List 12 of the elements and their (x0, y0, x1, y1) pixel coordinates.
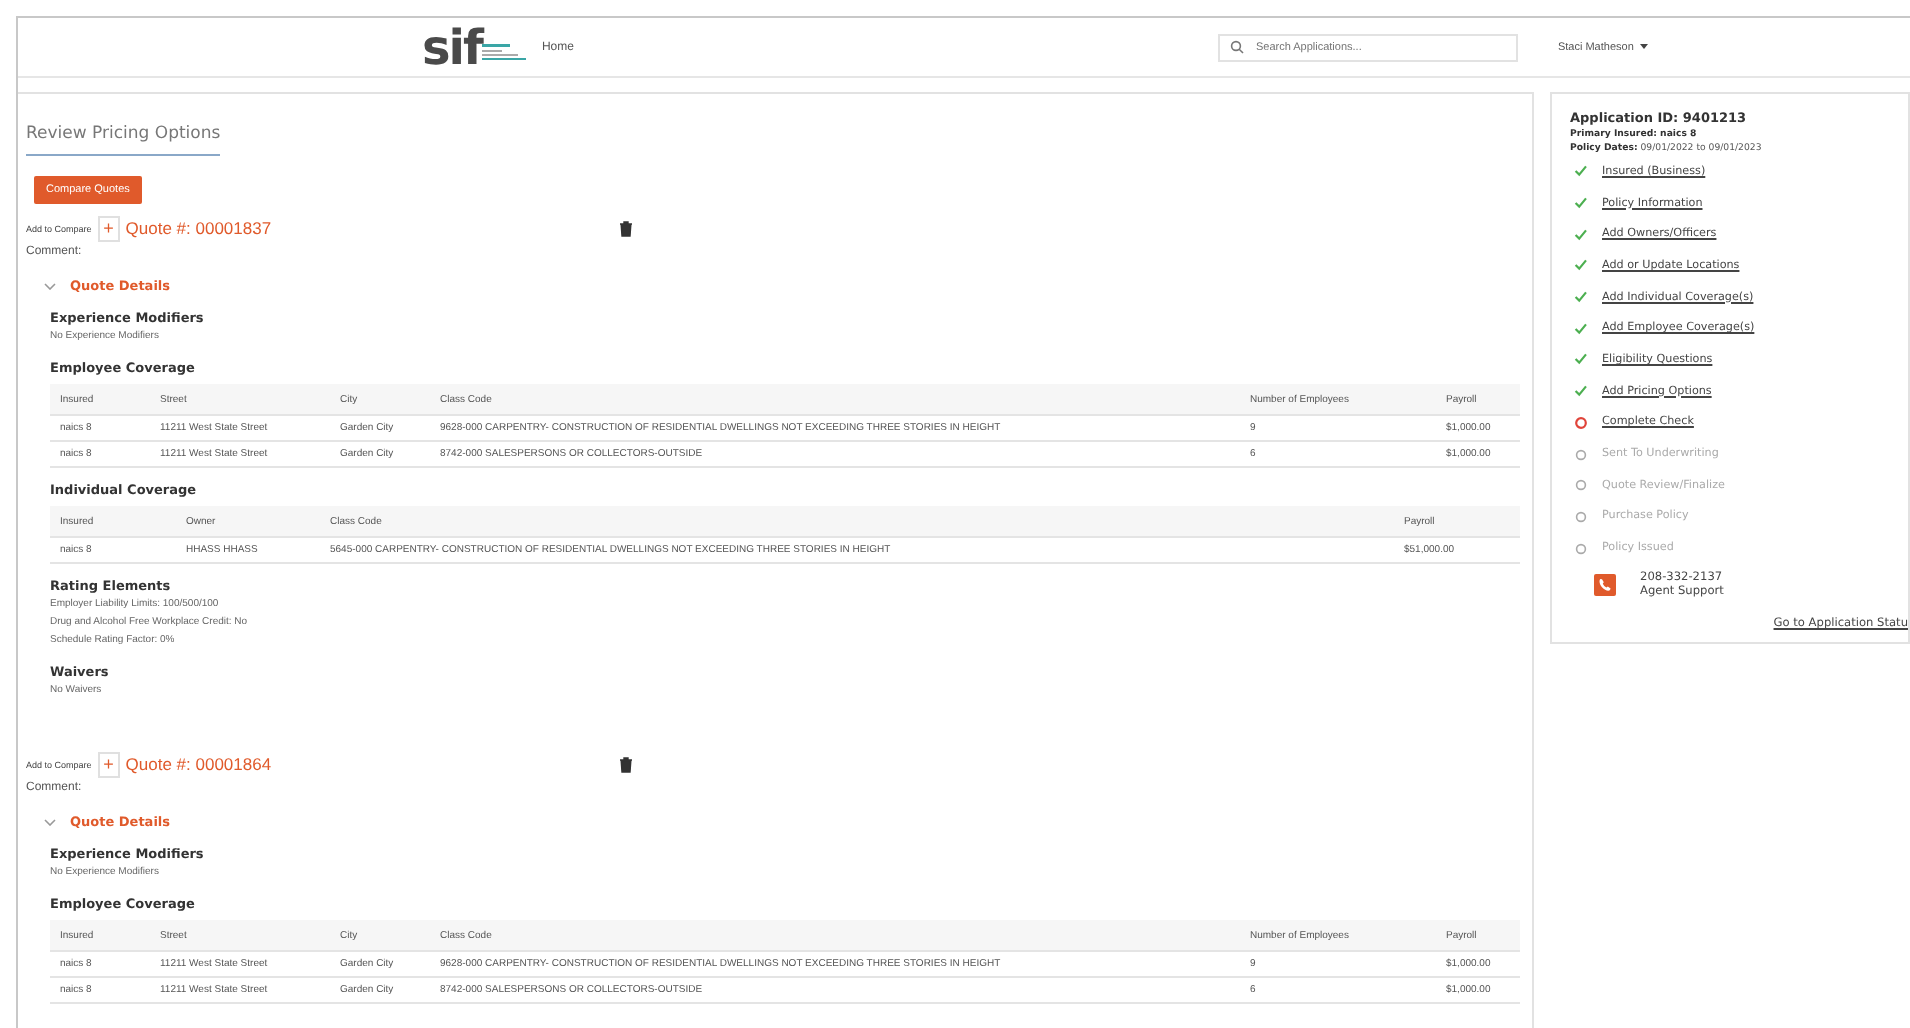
phone-icon (1594, 574, 1616, 597)
add-to-compare-button[interactable]: + (97, 751, 120, 777)
chevron-icon[interactable] (44, 818, 56, 826)
logo-text: sif (422, 23, 482, 71)
page-title: Review Pricing Options (26, 124, 221, 156)
trash-icon[interactable] (617, 219, 634, 237)
quote-number: Quote #: 00001864 (125, 754, 272, 774)
caret-icon (1639, 44, 1648, 50)
trash-icon[interactable] (617, 755, 634, 773)
add-to-compare-button[interactable]: + (97, 215, 120, 241)
quote-number: Quote #: 00001837 (125, 218, 272, 238)
chevron-icon[interactable] (44, 282, 56, 290)
